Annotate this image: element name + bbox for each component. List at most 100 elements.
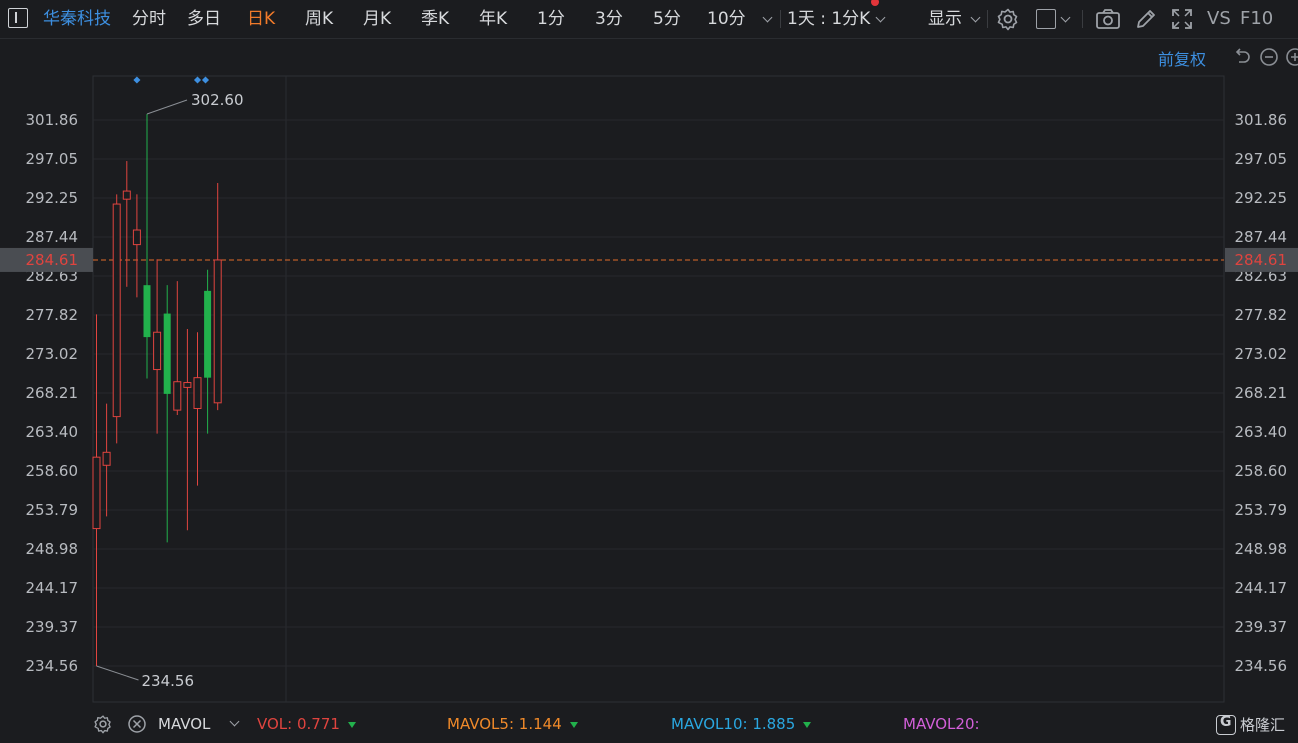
y-tick-label-left: 248.98 [26,540,79,558]
y-tick-label-left: 239.37 [26,618,79,636]
tab-weekly-k[interactable]: 周K [305,0,333,38]
settings-gear-icon[interactable] [996,7,1020,31]
candle-body-up [213,259,222,404]
event-marker [133,76,141,84]
top-toolbar: 华秦科技 分时 多日 日K 周K 月K 季K 年K 1分 3分 5分 10分 1… [0,0,1298,39]
low-leader-line [96,665,139,681]
mavol5-value: 1.144 [518,715,562,733]
display-menu[interactable]: 显示 [928,0,962,38]
mavol20-item: MAVOL20: [903,714,980,734]
tab-daily-k[interactable]: 日K [247,0,275,38]
y-tick-label-left: 268.21 [26,384,79,402]
y-tick-label-left: 253.79 [26,501,79,519]
candle-body-up [112,203,121,418]
y-tick-label-left: 277.82 [26,306,79,324]
y-tick-label-left: 244.17 [26,579,79,597]
brand-logo-icon [1216,714,1236,735]
event-marker [201,76,210,84]
y-tick-label-right: 277.82 [1235,306,1288,324]
down-arrow-icon [803,721,812,728]
candle-body-up [173,381,182,411]
vol-item: VOL: 0.771 [257,714,356,734]
brand-logo-text: 格隆汇 [1240,716,1286,734]
indicator-name[interactable]: MAVOL [158,714,210,734]
tab-intraday[interactable]: 分时 [132,0,166,38]
tab-yearly-k[interactable]: 年K [479,0,507,38]
y-tick-label-right: 244.17 [1235,579,1288,597]
y-tick-label-right: 287.44 [1235,228,1288,246]
candle-body-up [122,190,131,200]
y-tick-label-right: 234.56 [1235,657,1288,675]
kline-chart-area[interactable]: 301.86 301.86 297.05 297.05 292.25 292.25 287.… [0,38,1298,708]
candle-body-up [92,456,101,530]
mavol10-item: MAVOL10: 1.885 [671,714,812,734]
y-tick-label-right: 292.25 [1235,189,1288,207]
stock-name[interactable]: 华秦科技 [43,0,111,38]
y-tick-label-left: 301.86 [26,111,79,129]
fullscreen-icon[interactable] [1170,7,1194,31]
y-tick-label-right: 258.60 [1235,462,1288,480]
high-price-label: 302.60 [191,91,244,109]
candle-body-up [132,229,141,246]
tab-3min[interactable]: 3分 [595,0,623,38]
current-price-label-left: 284.61 [26,251,79,269]
mavol10-label: MAVOL10: [671,715,748,733]
close-indicator-icon[interactable] [127,714,147,734]
candle-body-down [204,290,212,378]
multi-period-select[interactable]: 1天 : 1分K [787,0,870,38]
vs-compare-button[interactable]: VS [1207,0,1231,38]
multi-period-chevron-icon[interactable] [875,12,886,23]
tab-1min[interactable]: 1分 [537,0,565,38]
camera-icon[interactable] [1095,7,1121,31]
y-tick-label-left: 297.05 [26,150,79,168]
y-tick-label-left: 292.25 [26,189,79,207]
candle-body-up [183,382,192,388]
tab-10min[interactable]: 10分 [707,0,746,38]
event-marker [193,76,202,84]
volume-indicator-bar: MAVOL VOL: 0.771 MAVOL5: 1.144 MAVOL10: … [0,706,1298,743]
f10-button[interactable]: F10 [1240,0,1273,38]
mavol5-item: MAVOL5: 1.144 [447,714,578,734]
pencil-draw-icon[interactable] [1134,7,1158,31]
indicator-chevron-icon[interactable] [229,716,240,727]
vol-label: VOL: [257,715,293,733]
candle-body-down [143,285,151,338]
low-price-label: 234.56 [142,672,195,690]
y-tick-label-right: 263.40 [1235,423,1288,441]
y-tick-label-left: 234.56 [26,657,79,675]
candle-body-up [102,451,111,466]
candle-body-up [153,331,162,371]
y-tick-label-right: 248.98 [1235,540,1288,558]
tab-quarterly-k[interactable]: 季K [421,0,449,38]
mavol10-value: 1.885 [752,715,796,733]
indicator-settings-icon[interactable] [93,714,113,734]
y-tick-label-right: 268.21 [1235,384,1288,402]
mavol20-label: MAVOL20: [903,715,980,733]
y-tick-label-right: 301.86 [1235,111,1288,129]
y-tick-label-right: 273.02 [1235,345,1288,363]
candle-body-up [193,377,202,409]
sidebar-toggle-icon[interactable] [8,8,28,28]
down-arrow-icon [569,721,578,728]
layout-chevron-icon[interactable] [1060,12,1071,23]
layout-box-icon[interactable] [1036,9,1056,29]
y-tick-label-left: 263.40 [26,423,79,441]
vol-value: 0.771 [297,715,340,733]
candle-body-down [163,313,171,394]
down-arrow-icon [347,721,356,728]
y-tick-label-right: 297.05 [1235,150,1288,168]
y-tick-label-right: 239.37 [1235,618,1288,636]
plot-frame [92,75,1225,703]
notification-dot [871,0,879,6]
y-tick-label-left: 258.60 [26,462,79,480]
display-chevron-icon[interactable] [970,12,981,23]
y-tick-label-right: 253.79 [1235,501,1288,519]
more-periods-chevron-icon[interactable] [762,12,773,23]
mavol5-label: MAVOL5: [447,715,515,733]
brand-logo: 格隆汇 [1216,714,1285,735]
tab-multi-day[interactable]: 多日 [187,0,221,38]
tab-monthly-k[interactable]: 月K [363,0,391,38]
current-price-label-right: 284.61 [1235,251,1288,269]
kline-chart[interactable]: 301.86 301.86 297.05 297.05 292.25 292.25 287.… [0,38,1298,708]
tab-5min[interactable]: 5分 [653,0,681,38]
